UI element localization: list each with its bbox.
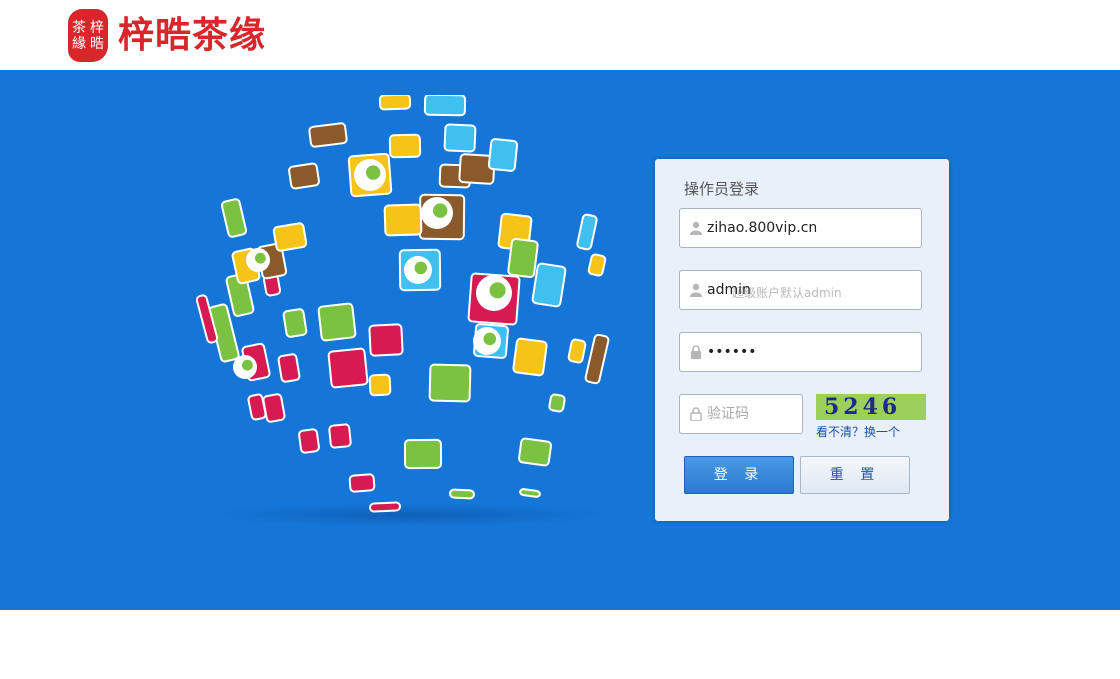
globe-shadow: [210, 503, 610, 525]
globe-tile: [512, 337, 548, 377]
globe-logo-mark-inner: [242, 359, 253, 371]
globe-tile: [298, 428, 320, 454]
globe-tile: [519, 488, 541, 498]
globe-illustration: [195, 95, 610, 525]
globe-tile: [584, 333, 610, 385]
brand-seal-logo: 茶 梓 緣 晧: [68, 9, 108, 62]
login-panel: 操作员登录 超级账户默认admin 5246 看不清？换一个 登 录 重 置: [655, 159, 949, 521]
globe-logo-mark-inner: [366, 165, 381, 180]
globe-tile: [531, 262, 567, 308]
globe-tile: [449, 488, 475, 500]
globe-tile: [327, 347, 369, 389]
user-icon: [690, 283, 702, 297]
globe-tile: [388, 133, 422, 159]
captcha-input[interactable]: [707, 395, 797, 433]
globe-logo-mark-inner: [414, 261, 428, 275]
company-input[interactable]: [707, 209, 912, 247]
globe-tile: [378, 95, 412, 111]
globe-tile: [567, 338, 587, 364]
seal-char: 梓: [90, 19, 104, 36]
login-title: 操作员登录: [684, 180, 760, 198]
lock-icon: [691, 345, 701, 359]
globe-tile: [403, 438, 443, 470]
globe-tile: [518, 437, 552, 467]
captcha-image[interactable]: 5246: [816, 394, 926, 420]
globe-tile: [548, 393, 566, 413]
globe-logo-mark-inner: [489, 282, 506, 299]
username-input[interactable]: [707, 271, 912, 309]
globe-tile: [328, 423, 352, 449]
globe-tile: [348, 473, 376, 493]
globe-tile: [288, 162, 320, 190]
globe-tile: [220, 198, 248, 238]
globe-tile: [272, 222, 308, 252]
globe-tile: [443, 123, 477, 153]
globe-tile: [308, 122, 348, 148]
captcha-field[interactable]: [679, 394, 803, 434]
globe-logo-mark-inner: [433, 203, 448, 218]
lock-icon: [690, 407, 702, 421]
seal-char: 晧: [90, 35, 104, 52]
globe-logo-mark-inner: [255, 252, 266, 264]
globe-tile: [383, 203, 423, 237]
globe-tile: [277, 353, 301, 383]
header-bar: 茶 梓 緣 晧 梓晧茶缘: [0, 0, 1120, 70]
password-field[interactable]: [679, 332, 922, 372]
username-field[interactable]: 超级账户默认admin: [679, 270, 922, 310]
globe-tile: [576, 213, 598, 251]
brand-name: 梓晧茶缘: [118, 14, 267, 56]
seal-char: 茶: [72, 19, 86, 36]
seal-char: 緣: [72, 35, 86, 52]
globe-tile: [368, 323, 404, 357]
login-button[interactable]: 登 录: [684, 456, 794, 494]
captcha-image-text: 5246: [824, 394, 902, 420]
globe-tile: [262, 393, 286, 423]
globe-logo-mark-inner: [483, 332, 497, 346]
password-input[interactable]: [707, 333, 912, 371]
globe-tile: [423, 95, 467, 117]
globe-tile: [428, 363, 472, 403]
globe-tile: [487, 138, 519, 172]
reset-button[interactable]: 重 置: [800, 456, 910, 494]
globe-tile: [369, 501, 401, 513]
globe-tile: [507, 237, 539, 279]
company-field[interactable]: [679, 208, 922, 248]
captcha-refresh-link[interactable]: 看不清？换一个: [816, 423, 900, 440]
globe-tile: [282, 308, 308, 338]
globe-tile: [317, 302, 357, 342]
user-icon: [690, 221, 702, 235]
globe-tile: [587, 253, 607, 277]
globe-tile: [368, 373, 392, 397]
